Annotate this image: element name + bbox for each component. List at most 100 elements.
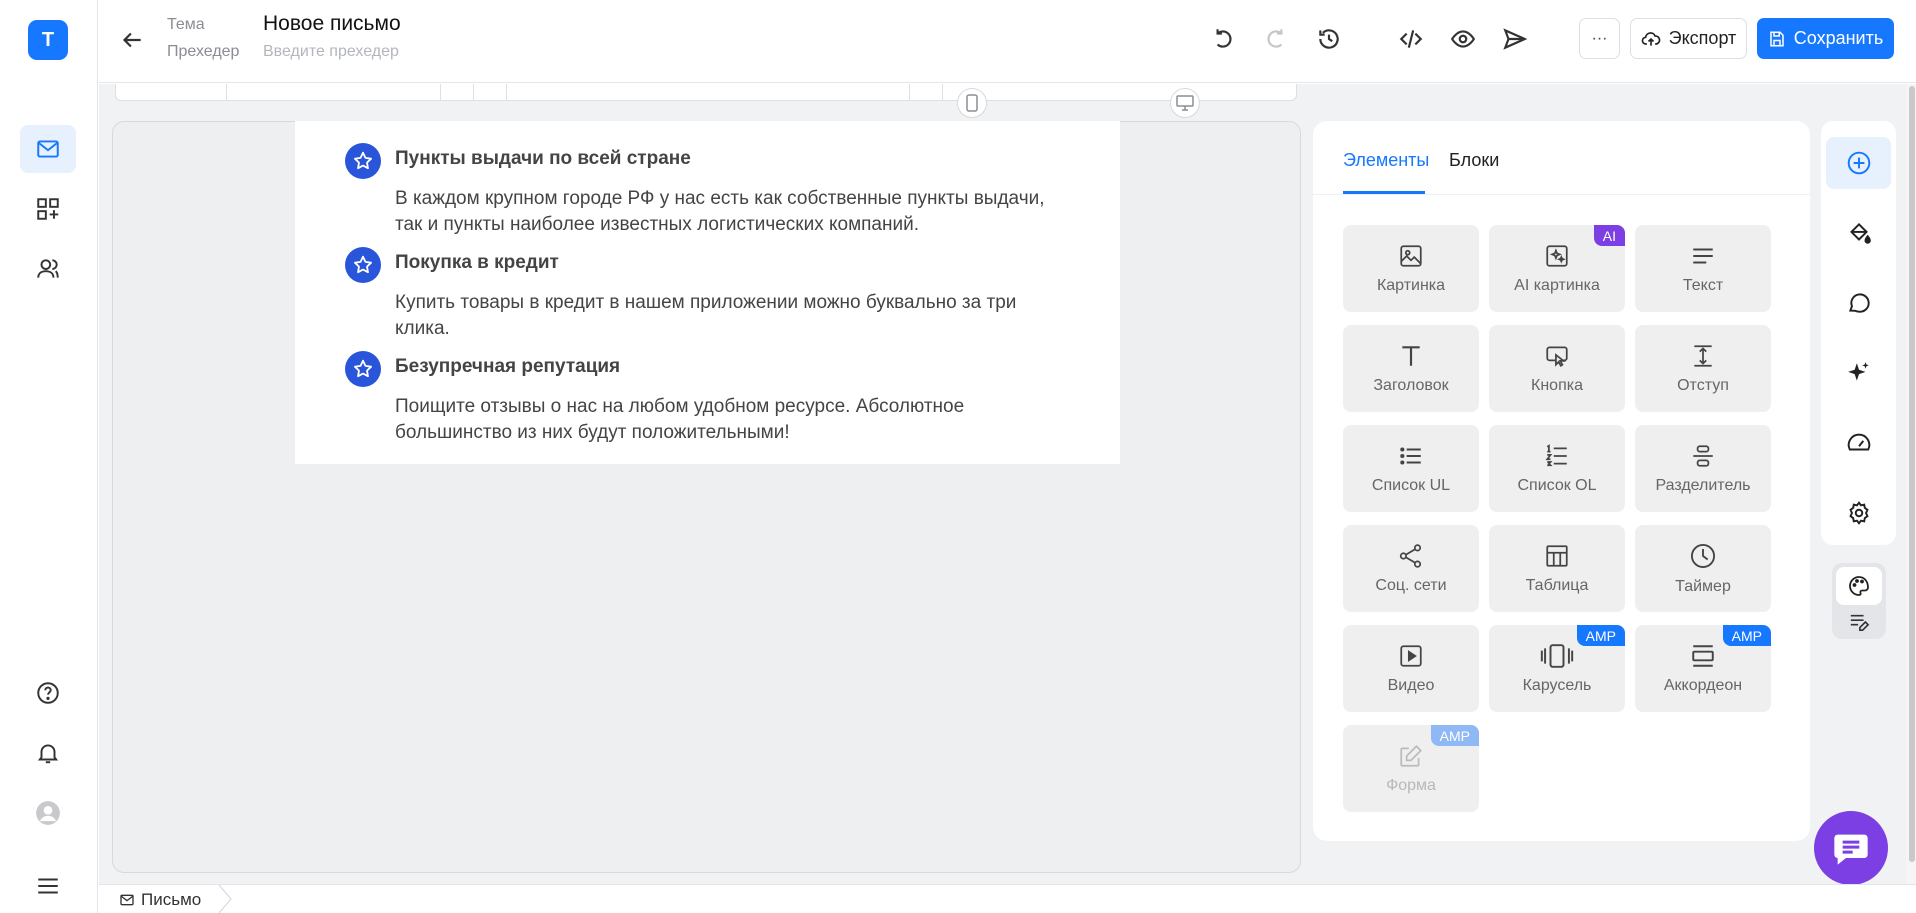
nav-mail[interactable] <box>20 125 76 173</box>
feature-text: Купить товары в кредит в нашем приложени… <box>395 292 1017 339</box>
back-button[interactable] <box>119 27 149 57</box>
tile-table[interactable]: Таблица <box>1489 525 1625 612</box>
mobile-view-button[interactable] <box>957 88 987 118</box>
accordion-icon <box>1692 644 1714 667</box>
tile-video[interactable]: Видео <box>1343 625 1479 712</box>
redo-icon <box>1267 29 1283 48</box>
tool-performance[interactable] <box>1826 417 1891 469</box>
widgets-icon <box>37 198 59 220</box>
tile-image[interactable]: Картинка <box>1343 225 1479 312</box>
nav-help[interactable] <box>20 669 76 717</box>
form-icon <box>1400 744 1422 767</box>
gear-icon <box>1848 501 1869 525</box>
tile-timer[interactable]: Таймер <box>1635 525 1771 612</box>
feature-text: В каждом крупном городе РФ у нас есть ка… <box>395 188 1045 235</box>
tool-comments[interactable] <box>1826 277 1891 329</box>
tab-elements[interactable]: Элементы <box>1343 150 1429 171</box>
desktop-icon <box>1176 95 1194 111</box>
desktop-view-button[interactable] <box>1170 88 1200 118</box>
app-logo[interactable]: T <box>28 20 68 60</box>
amp-badge: AMP <box>1430 725 1479 746</box>
star-icon <box>345 351 381 387</box>
nav-widgets[interactable] <box>20 185 76 233</box>
tile-label: Кнопка <box>1531 376 1583 394</box>
feature-text: Поищите отзывы о нас на любом удобном ре… <box>395 396 965 443</box>
nav-notifications[interactable] <box>20 729 76 777</box>
theme-button[interactable] <box>1836 567 1882 605</box>
carousel-icon <box>1540 643 1574 668</box>
tile-heading[interactable]: Заголовок <box>1343 325 1479 412</box>
support-chat-button[interactable] <box>1814 811 1888 885</box>
save-label: Сохранить <box>1793 28 1884 48</box>
chat-icon <box>1848 293 1870 313</box>
more-icon: ··· <box>1591 29 1608 47</box>
scrollbar-thumb[interactable] <box>1909 86 1915 862</box>
list-ul-icon <box>1400 446 1421 465</box>
history-button[interactable] <box>1314 24 1344 54</box>
clock-icon <box>1690 543 1716 568</box>
button-icon <box>1546 345 1568 367</box>
tool-rail <box>1821 121 1896 545</box>
avatar[interactable] <box>20 789 76 837</box>
tile-list-ol[interactable]: Список OL <box>1489 425 1625 512</box>
more-button[interactable]: ··· <box>1579 18 1620 59</box>
send-button[interactable] <box>1500 24 1530 54</box>
tile-label: Картинка <box>1376 276 1446 294</box>
export-button[interactable]: Экспорт <box>1630 18 1747 59</box>
code-icon <box>1399 30 1423 48</box>
image-icon <box>1400 244 1422 267</box>
tile-label: Аккордеон <box>1663 676 1743 694</box>
preheader-input[interactable]: Введите прехедер <box>263 43 399 61</box>
feature-title: Пункты выдачи по всей стране <box>395 148 691 169</box>
tool-styles[interactable] <box>1826 207 1891 259</box>
breadcrumb[interactable]: Письмо <box>119 890 201 910</box>
tile-label: Таймер <box>1675 577 1731 595</box>
save-button[interactable]: Сохранить <box>1757 18 1894 59</box>
add-icon <box>1847 151 1870 175</box>
undo-button[interactable] <box>1208 24 1238 54</box>
tile-label: Текст <box>1682 276 1724 294</box>
subject-input[interactable]: Новое письмо <box>263 12 401 36</box>
chat-bubble-icon <box>1834 834 1868 865</box>
tab-divider <box>1313 194 1810 195</box>
redo-button[interactable] <box>1261 24 1291 54</box>
mobile-icon <box>966 94 978 112</box>
tile-accordion[interactable]: AMP Аккордеон <box>1635 625 1771 712</box>
tool-settings[interactable] <box>1826 487 1891 539</box>
feature-title: Безупречная репутация <box>395 356 621 377</box>
amp-badge: AMP <box>1722 625 1771 646</box>
code-button[interactable] <box>1396 24 1426 54</box>
tab-blocks[interactable]: Блоки <box>1449 150 1499 171</box>
history-icon <box>1319 29 1339 49</box>
email-content-block[interactable]: Пункты выдачи по всей стране В каждом кр… <box>295 121 1120 464</box>
tile-spacer[interactable]: Отступ <box>1635 325 1771 412</box>
users-icon <box>37 259 59 278</box>
share-icon <box>1399 543 1422 568</box>
tile-carousel[interactable]: AMP Карусель <box>1489 625 1625 712</box>
tile-label: Отступ <box>1677 376 1729 394</box>
mail-icon <box>37 140 59 158</box>
tile-label: Разделитель <box>1655 476 1751 494</box>
tile-button[interactable]: Кнопка <box>1489 325 1625 412</box>
tile-label: AI картинка <box>1514 276 1600 294</box>
paint-bucket-icon <box>1849 222 1871 244</box>
edit-notes-button[interactable] <box>1836 609 1882 635</box>
tile-social[interactable]: Соц. сети <box>1343 525 1479 612</box>
tile-label: Соц. сети <box>1375 576 1447 594</box>
feature-title: Покупка в кредит <box>395 252 559 273</box>
tile-text[interactable]: Текст <box>1635 225 1771 312</box>
spacer-icon <box>1694 344 1712 367</box>
tool-add[interactable] <box>1826 137 1891 189</box>
nav-menu[interactable] <box>20 862 76 910</box>
tile-divider[interactable]: Разделитель <box>1635 425 1771 512</box>
tile-form[interactable]: AMP Форма <box>1343 725 1479 812</box>
ai-badge: AI <box>1593 225 1625 246</box>
tool-ai[interactable] <box>1826 347 1891 399</box>
tab-active-indicator <box>1343 191 1425 194</box>
tile-list-ul[interactable]: Список UL <box>1343 425 1479 512</box>
nav-users[interactable] <box>20 245 76 293</box>
editor-header: Тема Новое письмо Прехедер Введите прехе… <box>99 0 1916 83</box>
preview-button[interactable] <box>1448 24 1478 54</box>
tile-ai-image[interactable]: AI AI картинка <box>1489 225 1625 312</box>
list-ol-icon <box>1545 443 1567 466</box>
